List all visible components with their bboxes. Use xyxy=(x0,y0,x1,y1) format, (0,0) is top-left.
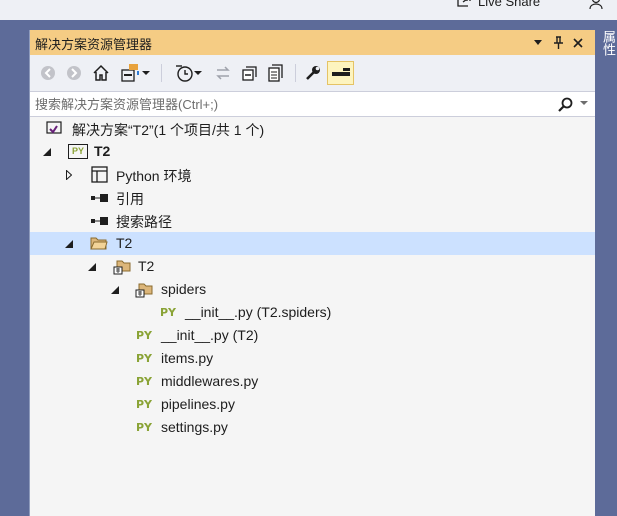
folder-open-icon xyxy=(90,237,108,250)
search-bar xyxy=(30,91,595,117)
close-icon xyxy=(573,37,583,48)
show-all-files-icon xyxy=(268,64,283,82)
window-position-dropdown[interactable] xyxy=(528,30,548,55)
toolbar-separator xyxy=(161,64,162,82)
toolbar-separator xyxy=(295,64,296,82)
references-icon xyxy=(91,194,108,202)
pending-changes-icon xyxy=(176,65,193,82)
properties-icon xyxy=(306,66,320,80)
tree-item-label: 搜索路径 xyxy=(116,214,172,230)
expand-arrow-icon[interactable] xyxy=(64,239,74,249)
pending-changes-filter-button[interactable] xyxy=(170,61,206,85)
tree-item-spiders[interactable]: spiders xyxy=(30,278,595,301)
tree-item-label: T2 xyxy=(116,235,133,251)
live-share-icon xyxy=(457,0,471,7)
preview-icon xyxy=(331,68,350,76)
solution-explorer-panel: 解决方案资源管理器 搜索解决方案资源管理器(Ctrl+;) 解决方案“T2”(1… xyxy=(29,30,595,516)
python-file-icon: PY xyxy=(160,306,177,319)
tree-item-label: T2 xyxy=(138,258,155,274)
tree-item-middlewares[interactable]: PY middlewares.py xyxy=(30,370,595,393)
tree-item-spiders-init[interactable]: PY __init__.py (T2.spiders) xyxy=(30,301,595,324)
dropdown-icon xyxy=(534,39,542,45)
panel-title: 解决方案资源管理器 xyxy=(35,37,153,52)
tree-item-references[interactable]: 引用 xyxy=(30,186,595,209)
tree-item-label: settings.py xyxy=(161,419,228,435)
python-package-icon xyxy=(135,283,153,298)
search-options-dropdown-icon[interactable] xyxy=(580,101,588,106)
show-all-files-button[interactable] xyxy=(265,61,287,85)
panel-title-bar: 解决方案资源管理器 xyxy=(30,30,595,55)
tree-item-label: __init__.py (T2.spiders) xyxy=(185,304,332,320)
back-button[interactable] xyxy=(39,61,57,85)
tree-item-label: items.py xyxy=(161,350,214,366)
chevron-down-icon xyxy=(194,70,202,75)
account-icon[interactable] xyxy=(588,0,604,10)
properties-side-tab[interactable] xyxy=(598,30,617,516)
tree-item-label: pipelines.py xyxy=(161,396,235,412)
back-icon xyxy=(41,66,55,80)
switch-views-button[interactable] xyxy=(117,61,153,85)
tree-item-label: 解决方案“T2”(1 个项目/共 1 个) xyxy=(72,122,265,138)
sync-active-document-button[interactable] xyxy=(212,61,234,85)
tree-item-settings[interactable]: PY settings.py xyxy=(30,416,595,439)
home-icon xyxy=(93,64,109,81)
collapse-all-button[interactable] xyxy=(239,61,261,85)
properties-tab-label: 属性 xyxy=(601,30,616,56)
python-file-icon: PY xyxy=(136,352,153,365)
pin-icon xyxy=(553,35,563,49)
properties-button[interactable] xyxy=(302,61,324,85)
environment-icon xyxy=(91,166,108,183)
tree-item-package-t2[interactable]: T2 xyxy=(30,255,595,278)
expand-arrow-icon[interactable] xyxy=(42,147,52,157)
tree-item-label: __init__.py (T2) xyxy=(161,327,259,343)
search-input[interactable] xyxy=(35,95,535,113)
python-file-icon: PY xyxy=(136,421,153,434)
solution-tree: 解决方案“T2”(1 个项目/共 1 个) PY T2 Python 环境 引用… xyxy=(30,117,595,439)
collapse-all-icon xyxy=(242,66,257,81)
tree-item-solution[interactable]: 解决方案“T2”(1 个项目/共 1 个) xyxy=(30,117,595,140)
python-file-icon: PY xyxy=(136,398,153,411)
tree-item-items[interactable]: PY items.py xyxy=(30,347,595,370)
preview-selected-items-button[interactable] xyxy=(327,61,354,85)
pin-button[interactable] xyxy=(548,30,568,55)
forward-button[interactable] xyxy=(65,61,83,85)
tree-item-search-paths[interactable]: 搜索路径 xyxy=(30,209,595,232)
tree-item-folder-t2[interactable]: T2 xyxy=(30,232,595,255)
tree-item-init[interactable]: PY __init__.py (T2) xyxy=(30,324,595,347)
forward-icon xyxy=(67,66,81,80)
search-paths-icon xyxy=(91,217,108,225)
live-share-button[interactable]: Live Share xyxy=(456,0,540,9)
tree-item-label: middlewares.py xyxy=(161,373,259,389)
live-share-label: Live Share xyxy=(478,0,541,9)
python-project-icon: PY xyxy=(68,144,88,159)
sync-icon xyxy=(216,66,230,80)
tree-item-project[interactable]: PY T2 xyxy=(30,140,595,163)
search-icon[interactable] xyxy=(557,97,573,113)
tree-item-python-env[interactable]: Python 环境 xyxy=(30,163,595,186)
solution-icon xyxy=(46,121,62,134)
tree-item-label: 引用 xyxy=(116,191,144,207)
top-bar: Live Share xyxy=(0,0,617,20)
expand-arrow-icon[interactable] xyxy=(87,262,97,272)
python-package-icon xyxy=(113,260,131,275)
home-button[interactable] xyxy=(90,61,112,85)
close-button[interactable] xyxy=(568,30,588,55)
expand-arrow-icon[interactable] xyxy=(110,285,120,295)
chevron-down-icon xyxy=(142,70,150,75)
tree-item-pipelines[interactable]: PY pipelines.py xyxy=(30,393,595,416)
tree-item-label: spiders xyxy=(161,281,207,297)
explorer-toolbar xyxy=(30,55,595,91)
tree-item-label: T2 xyxy=(94,143,111,159)
tree-item-label: Python 环境 xyxy=(116,168,192,184)
python-file-icon: PY xyxy=(136,375,153,388)
collapsed-arrow-icon[interactable] xyxy=(64,170,74,180)
python-file-icon: PY xyxy=(136,329,153,342)
switch-views-icon xyxy=(121,64,139,82)
